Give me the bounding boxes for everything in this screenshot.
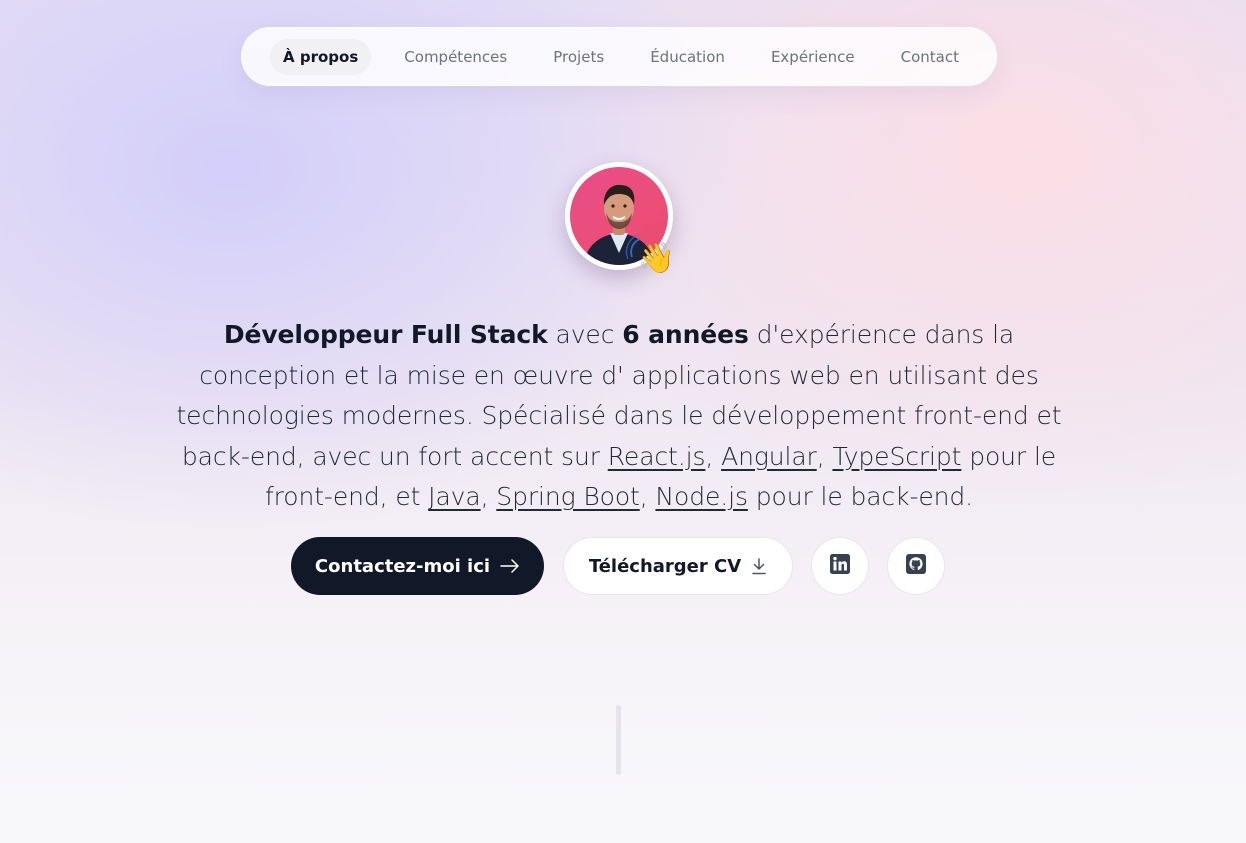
download-icon [751,557,767,575]
waving-hand-icon: 👋 [637,241,675,276]
linkedin-icon [830,553,850,579]
arrow-right-icon [500,559,520,573]
tech-link-react[interactable]: React.js [608,442,706,471]
tech-link-spring-boot[interactable]: Spring Boot [496,482,640,511]
linkedin-button[interactable] [811,537,869,595]
download-cv-button[interactable]: Télécharger CV [563,537,793,595]
separator: , [639,482,656,511]
tech-link-typescript[interactable]: TypeScript [832,442,961,471]
separator: , [480,482,497,511]
nav-item-skills[interactable]: Compétences [391,39,520,75]
tech-link-angular[interactable]: Angular [721,442,817,471]
nav-item-contact[interactable]: Contact [888,39,972,75]
nav-item-about[interactable]: À propos [270,38,372,75]
role-title: Développeur Full Stack [223,320,548,349]
separator: , [705,441,722,471]
top-navigation: À propos Compétences Projets Éducation E… [241,27,997,86]
years-experience: 6 années [622,320,749,349]
scroll-indicator [616,705,621,775]
contact-button-label: Contactez-moi ici [314,555,491,577]
separator: , [816,441,833,471]
tech-link-nodejs[interactable]: Node.js [655,482,748,511]
intro-paragraph: Développeur Full Stack avec 6 années d'e… [170,315,1068,518]
hero-actions: Contactez-moi ici Télécharger CV [0,537,1246,595]
download-cv-label: Télécharger CV [588,555,742,577]
tech-link-java[interactable]: Java [428,482,481,511]
github-button[interactable] [887,537,945,595]
github-icon [906,553,926,579]
bio-text: avec [547,320,623,349]
avatar-container: 👋 [565,162,675,274]
nav-item-education[interactable]: Éducation [637,39,738,75]
nav-item-experience[interactable]: Expérience [758,39,868,75]
contact-button[interactable]: Contactez-moi ici [291,537,544,595]
bio-text: pour le back-end. [747,482,974,511]
nav-item-projects[interactable]: Projets [540,39,617,75]
